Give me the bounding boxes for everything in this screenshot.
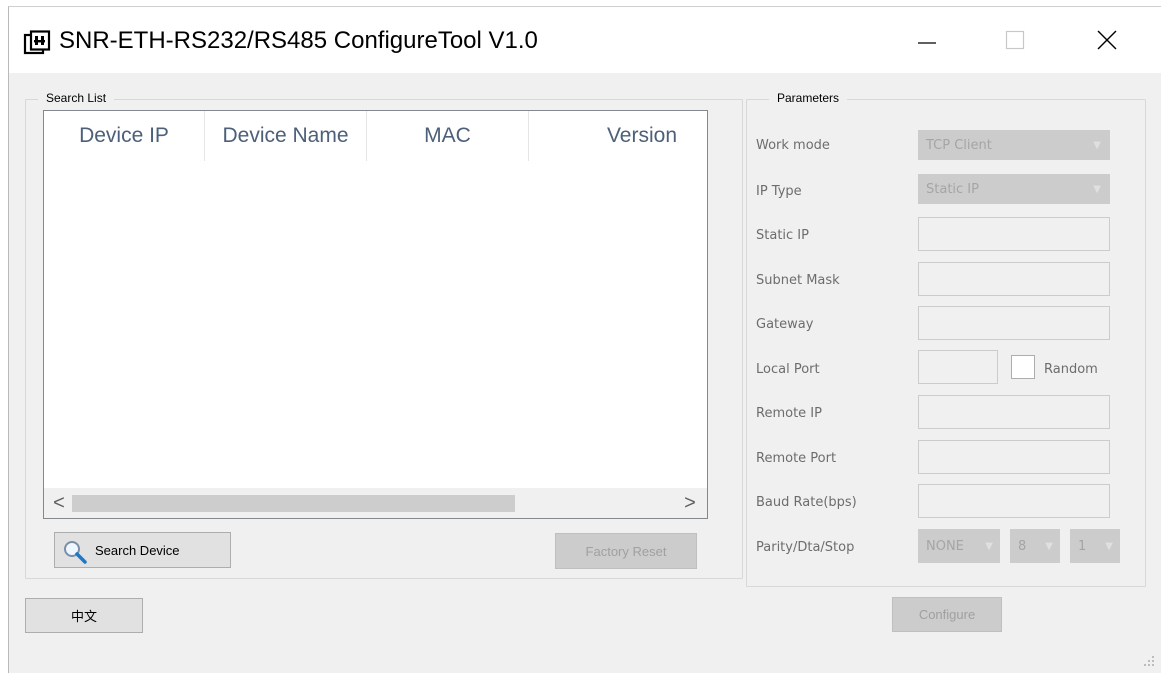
stop-bits-select[interactable]: 1 ▼ (1070, 529, 1120, 563)
data-bits-select[interactable]: 8 ▼ (1010, 529, 1060, 563)
search-list-legend: Search List (38, 91, 115, 105)
remote-port-label: Remote Port (756, 451, 837, 466)
random-port-label: Random (1044, 362, 1098, 377)
horizontal-scrollbar[interactable]: < > (44, 488, 707, 518)
remote-port-field[interactable] (918, 440, 1110, 474)
search-device-button[interactable]: Search Device (54, 532, 231, 568)
close-icon (1097, 30, 1117, 50)
column-header-device-name[interactable]: Device Name (205, 111, 367, 161)
parity-select[interactable]: NONE ▼ (918, 529, 1000, 563)
stop-bits-value: 1 (1078, 538, 1087, 554)
configure-button[interactable]: Configure (892, 597, 1002, 632)
column-header-mac[interactable]: MAC (367, 111, 529, 161)
factory-reset-button[interactable]: Factory Reset (555, 533, 697, 569)
chevron-down-icon: ▼ (1093, 140, 1101, 151)
title-bar[interactable]: SNR-ETH-RS232/RS485 ConfigureTool V1.0 (9, 7, 1161, 73)
parameters-legend: Parameters (769, 91, 848, 105)
close-button[interactable] (1077, 7, 1137, 73)
scrollbar-thumb[interactable] (72, 495, 515, 512)
column-header-version[interactable]: Version (529, 111, 707, 161)
ip-type-select[interactable]: Static IP ▼ (918, 174, 1110, 204)
static-ip-label: Static IP (756, 228, 809, 243)
work-mode-label: Work mode (756, 138, 830, 153)
device-list-header: Device IP Device Name MAC Version (44, 111, 707, 161)
chevron-down-icon: ▼ (1045, 541, 1053, 552)
work-mode-select[interactable]: TCP Client ▼ (918, 130, 1110, 160)
baud-rate-field[interactable] (918, 484, 1110, 518)
network-config-icon (23, 30, 51, 55)
window-title: SNR-ETH-RS232/RS485 ConfigureTool V1.0 (59, 27, 538, 54)
remote-ip-label: Remote IP (756, 406, 822, 421)
magnifier-icon (64, 541, 87, 564)
resize-grip-icon[interactable] (1140, 652, 1156, 668)
scroll-left-button[interactable]: < (46, 488, 72, 518)
minimize-icon (918, 42, 936, 44)
device-list[interactable]: Device IP Device Name MAC Version < > (43, 110, 708, 519)
scroll-right-button[interactable]: > (677, 488, 703, 518)
gateway-field[interactable] (918, 306, 1110, 340)
maximize-button (985, 7, 1045, 73)
chevron-down-icon: ▼ (1105, 541, 1113, 552)
maximize-icon (1005, 30, 1025, 50)
ip-type-label: IP Type (756, 184, 802, 199)
parity-value: NONE (926, 538, 964, 554)
chevron-down-icon: ▼ (985, 541, 993, 552)
subnet-mask-field[interactable] (918, 262, 1110, 296)
ip-type-value: Static IP (926, 181, 979, 197)
random-port-checkbox[interactable] (1011, 355, 1035, 379)
language-button[interactable]: 中文 (25, 598, 143, 633)
work-mode-value: TCP Client (926, 137, 992, 153)
search-device-label: Search Device (95, 542, 180, 558)
static-ip-field[interactable] (918, 217, 1110, 251)
baud-rate-label: Baud Rate(bps) (756, 495, 857, 510)
subnet-mask-label: Subnet Mask (756, 273, 840, 288)
data-bits-value: 8 (1018, 538, 1027, 554)
local-port-field[interactable] (918, 350, 998, 384)
minimize-button[interactable] (897, 7, 957, 73)
column-header-device-ip[interactable]: Device IP (44, 111, 205, 161)
chevron-down-icon: ▼ (1093, 184, 1101, 195)
remote-ip-field[interactable] (918, 395, 1110, 429)
parity-data-stop-label: Parity/Dta/Stop (756, 540, 855, 555)
local-port-label: Local Port (756, 362, 820, 377)
gateway-label: Gateway (756, 317, 814, 332)
